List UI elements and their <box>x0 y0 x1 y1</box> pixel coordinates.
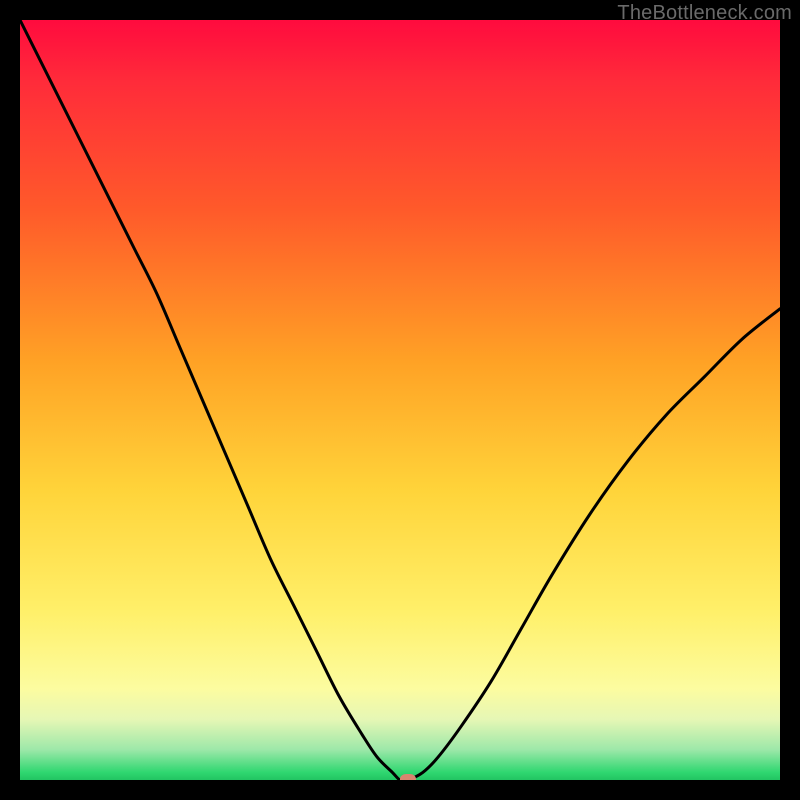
chart-frame: TheBottleneck.com <box>0 0 800 800</box>
optimum-marker-icon <box>400 774 416 780</box>
plot-area <box>20 20 780 780</box>
watermark-label: TheBottleneck.com <box>617 2 792 25</box>
bottleneck-curve <box>20 20 780 780</box>
